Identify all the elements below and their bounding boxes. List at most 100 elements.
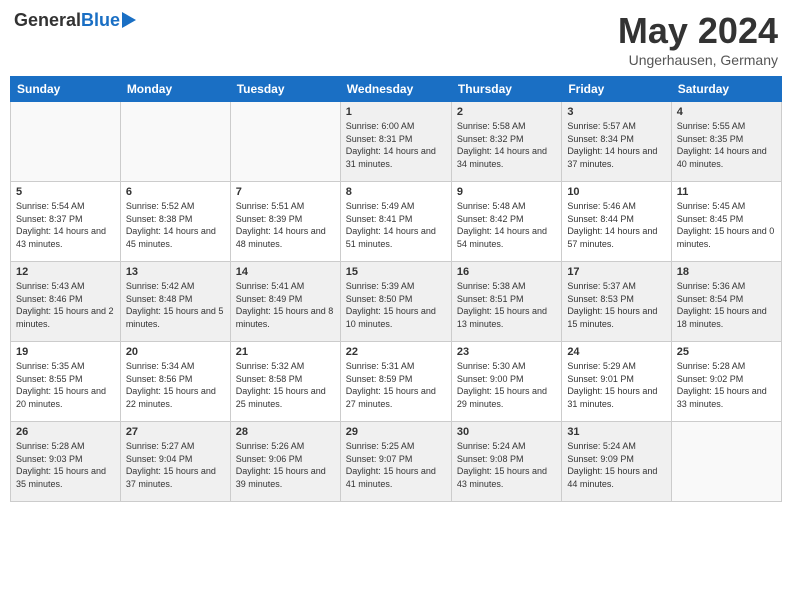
- day-number: 7: [236, 186, 335, 198]
- calendar-cell: 8 Sunrise: 5:49 AMSunset: 8:41 PMDaylight…: [340, 182, 451, 262]
- day-number: 11: [677, 186, 776, 198]
- day-number: 29: [346, 426, 446, 438]
- day-number: 15: [346, 266, 446, 278]
- calendar-cell: [230, 102, 340, 182]
- day-number: 12: [16, 266, 115, 278]
- calendar-cell: 9Sunrise: 5:48 AMSunset: 8:42 PMDaylight…: [451, 182, 561, 262]
- cell-sun-info: Sunrise: 5:39 AMSunset: 8:50 PMDaylight:…: [346, 280, 446, 330]
- day-number: 3: [567, 106, 665, 118]
- day-number: 1: [346, 106, 446, 118]
- cell-sun-info: Sunrise: 5:58 AMSunset: 8:32 PMDaylight:…: [457, 120, 556, 170]
- calendar-cell: 2Sunrise: 5:58 AMSunset: 8:32 PMDaylight…: [451, 102, 561, 182]
- day-number: 13: [126, 266, 225, 278]
- day-number: 8: [346, 186, 446, 198]
- calendar-cell: 27Sunrise: 5:27 AMSunset: 9:04 PMDayligh…: [120, 422, 230, 502]
- calendar-cell: 4 Sunrise: 5:55 AMSunset: 8:35 PMDaylight…: [671, 102, 781, 182]
- calendar-cell: 17 Sunrise: 5:37 AMSunset: 8:53 PMDayligh…: [562, 262, 671, 342]
- calendar-cell: 28Sunrise: 5:26 AMSunset: 9:06 PMDayligh…: [230, 422, 340, 502]
- calendar-row: 12 Sunrise: 5:43 AMSunset: 8:46 PMDayligh…: [11, 262, 782, 342]
- calendar-cell: 15 Sunrise: 5:39 AMSunset: 8:50 PMDayligh…: [340, 262, 451, 342]
- calendar-cell: 31 Sunrise: 5:24 AMSunset: 9:09 PMDayligh…: [562, 422, 671, 502]
- calendar-cell: 7 Sunrise: 5:51 AMSunset: 8:39 PMDaylight…: [230, 182, 340, 262]
- title-section: May 2024 Ungerhausen, Germany: [618, 10, 778, 68]
- day-number: 14: [236, 266, 335, 278]
- calendar-row: 1 Sunrise: 6:00 AMSunset: 8:31 PMDaylight…: [11, 102, 782, 182]
- cell-sun-info: Sunrise: 5:28 AMSunset: 9:03 PMDaylight:…: [16, 440, 115, 490]
- calendar-header-wednesday: Wednesday: [340, 77, 451, 102]
- logo-arrow-icon: [122, 12, 136, 28]
- logo: General Blue: [14, 10, 136, 31]
- calendar-cell: 30 Sunrise: 5:24 AMSunset: 9:08 PMDayligh…: [451, 422, 561, 502]
- cell-sun-info: Sunrise: 6:00 AMSunset: 8:31 PMDaylight:…: [346, 120, 446, 170]
- header: General Blue May 2024 Ungerhausen, Germa…: [10, 10, 782, 68]
- calendar-cell: 23 Sunrise: 5:30 AMSunset: 9:00 PMDayligh…: [451, 342, 561, 422]
- cell-sun-info: Sunrise: 5:24 AMSunset: 9:09 PMDaylight:…: [567, 440, 665, 490]
- calendar-cell: 12 Sunrise: 5:43 AMSunset: 8:46 PMDayligh…: [11, 262, 121, 342]
- cell-sun-info: Sunrise: 5:28 AMSunset: 9:02 PMDaylight:…: [677, 360, 776, 410]
- cell-sun-info: Sunrise: 5:36 AMSunset: 8:54 PMDaylight:…: [677, 280, 776, 330]
- cell-sun-info: Sunrise: 5:31 AMSunset: 8:59 PMDaylight:…: [346, 360, 446, 410]
- cell-sun-info: Sunrise: 5:38 AMSunset: 8:51 PMDaylight:…: [457, 280, 556, 330]
- cell-sun-info: Sunrise: 5:45 AMSunset: 8:45 PMDaylight:…: [677, 200, 776, 250]
- calendar-header-row: SundayMondayTuesdayWednesdayThursdayFrid…: [11, 77, 782, 102]
- day-number: 6: [126, 186, 225, 198]
- day-number: 16: [457, 266, 556, 278]
- day-number: 10: [567, 186, 665, 198]
- calendar-cell: 1 Sunrise: 6:00 AMSunset: 8:31 PMDaylight…: [340, 102, 451, 182]
- day-number: 27: [126, 426, 225, 438]
- day-number: 20: [126, 346, 225, 358]
- cell-sun-info: Sunrise: 5:24 AMSunset: 9:08 PMDaylight:…: [457, 440, 556, 490]
- calendar-cell: 25 Sunrise: 5:28 AMSunset: 9:02 PMDayligh…: [671, 342, 781, 422]
- cell-sun-info: Sunrise: 5:26 AMSunset: 9:06 PMDaylight:…: [236, 440, 335, 490]
- day-number: 21: [236, 346, 335, 358]
- cell-sun-info: Sunrise: 5:37 AMSunset: 8:53 PMDaylight:…: [567, 280, 665, 330]
- cell-sun-info: Sunrise: 5:46 AMSunset: 8:44 PMDaylight:…: [567, 200, 665, 250]
- calendar-cell: 26 Sunrise: 5:28 AMSunset: 9:03 PMDayligh…: [11, 422, 121, 502]
- calendar-cell: 29 Sunrise: 5:25 AMSunset: 9:07 PMDayligh…: [340, 422, 451, 502]
- cell-sun-info: Sunrise: 5:55 AMSunset: 8:35 PMDaylight:…: [677, 120, 776, 170]
- cell-sun-info: Sunrise: 5:32 AMSunset: 8:58 PMDaylight:…: [236, 360, 335, 410]
- cell-sun-info: Sunrise: 5:49 AMSunset: 8:41 PMDaylight:…: [346, 200, 446, 250]
- calendar-cell: 19 Sunrise: 5:35 AMSunset: 8:55 PMDayligh…: [11, 342, 121, 422]
- day-number: 23: [457, 346, 556, 358]
- cell-sun-info: Sunrise: 5:29 AMSunset: 9:01 PMDaylight:…: [567, 360, 665, 410]
- calendar-row: 26 Sunrise: 5:28 AMSunset: 9:03 PMDayligh…: [11, 422, 782, 502]
- month-title: May 2024: [618, 10, 778, 52]
- cell-sun-info: Sunrise: 5:52 AMSunset: 8:38 PMDaylight:…: [126, 200, 225, 250]
- cell-sun-info: Sunrise: 5:42 AMSunset: 8:48 PMDaylight:…: [126, 280, 225, 330]
- cell-sun-info: Sunrise: 5:48 AMSunset: 8:42 PMDaylight:…: [457, 200, 556, 250]
- day-number: 22: [346, 346, 446, 358]
- calendar-table: SundayMondayTuesdayWednesdayThursdayFrid…: [10, 76, 782, 502]
- cell-sun-info: Sunrise: 5:30 AMSunset: 9:00 PMDaylight:…: [457, 360, 556, 410]
- day-number: 31: [567, 426, 665, 438]
- cell-sun-info: Sunrise: 5:25 AMSunset: 9:07 PMDaylight:…: [346, 440, 446, 490]
- day-number: 19: [16, 346, 115, 358]
- day-number: 5: [16, 186, 115, 198]
- day-number: 17: [567, 266, 665, 278]
- calendar-cell: 21 Sunrise: 5:32 AMSunset: 8:58 PMDayligh…: [230, 342, 340, 422]
- calendar-cell: 16 Sunrise: 5:38 AMSunset: 8:51 PMDayligh…: [451, 262, 561, 342]
- calendar-row: 5Sunrise: 5:54 AMSunset: 8:37 PMDaylight…: [11, 182, 782, 262]
- calendar-header-monday: Monday: [120, 77, 230, 102]
- cell-sun-info: Sunrise: 5:51 AMSunset: 8:39 PMDaylight:…: [236, 200, 335, 250]
- day-number: 30: [457, 426, 556, 438]
- cell-sun-info: Sunrise: 5:57 AMSunset: 8:34 PMDaylight:…: [567, 120, 665, 170]
- calendar-cell: [120, 102, 230, 182]
- day-number: 26: [16, 426, 115, 438]
- calendar-header-saturday: Saturday: [671, 77, 781, 102]
- calendar-cell: 6 Sunrise: 5:52 AMSunset: 8:38 PMDaylight…: [120, 182, 230, 262]
- calendar-cell: 22 Sunrise: 5:31 AMSunset: 8:59 PMDayligh…: [340, 342, 451, 422]
- calendar-cell: 18 Sunrise: 5:36 AMSunset: 8:54 PMDayligh…: [671, 262, 781, 342]
- calendar-cell: 14Sunrise: 5:41 AMSunset: 8:49 PMDayligh…: [230, 262, 340, 342]
- calendar-row: 19 Sunrise: 5:35 AMSunset: 8:55 PMDayligh…: [11, 342, 782, 422]
- cell-sun-info: Sunrise: 5:43 AMSunset: 8:46 PMDaylight:…: [16, 280, 115, 330]
- calendar-header-sunday: Sunday: [11, 77, 121, 102]
- calendar-cell: 20Sunrise: 5:34 AMSunset: 8:56 PMDayligh…: [120, 342, 230, 422]
- calendar-cell: [11, 102, 121, 182]
- day-number: 18: [677, 266, 776, 278]
- calendar-cell: 10 Sunrise: 5:46 AMSunset: 8:44 PMDayligh…: [562, 182, 671, 262]
- calendar-header-thursday: Thursday: [451, 77, 561, 102]
- day-number: 4: [677, 106, 776, 118]
- day-number: 25: [677, 346, 776, 358]
- cell-sun-info: Sunrise: 5:35 AMSunset: 8:55 PMDaylight:…: [16, 360, 115, 410]
